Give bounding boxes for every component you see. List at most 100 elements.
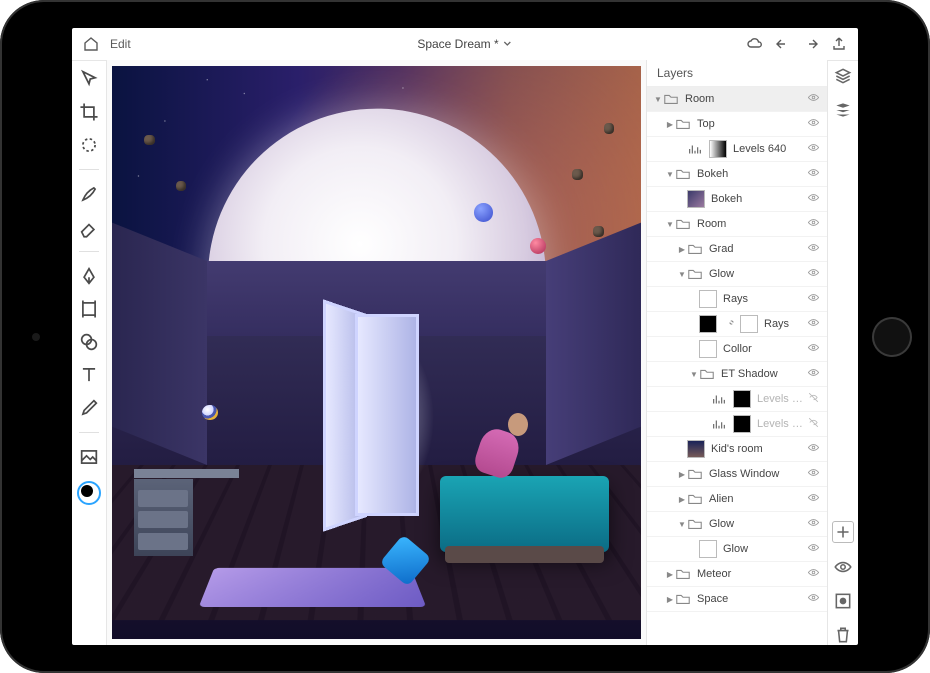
layer-name: Meteor xyxy=(697,568,807,580)
layer-name: Glow xyxy=(709,268,807,280)
layer-row[interactable]: Bokeh xyxy=(647,187,827,212)
eye-icon[interactable] xyxy=(807,566,823,582)
disclosure-triangle[interactable]: ▼ xyxy=(677,270,687,279)
eye-icon[interactable] xyxy=(807,141,823,157)
layer-name: Top xyxy=(697,118,807,130)
layers-panel-header: Layers xyxy=(647,60,827,87)
layer-name: Bokeh xyxy=(711,193,807,205)
mask-icon[interactable] xyxy=(833,591,853,611)
visibility-icon[interactable] xyxy=(833,557,853,577)
disclosure-triangle[interactable]: ▼ xyxy=(677,520,687,529)
layer-thumb xyxy=(699,315,717,333)
disclosure-triangle[interactable]: ▼ xyxy=(689,370,699,379)
crop-tool[interactable] xyxy=(78,101,100,123)
eye-icon[interactable] xyxy=(807,216,823,232)
transform-tool[interactable] xyxy=(78,298,100,320)
layer-row[interactable]: Rays xyxy=(647,312,827,337)
layer-row[interactable]: ▼Glow xyxy=(647,512,827,537)
layer-row[interactable]: ▼ Glow xyxy=(647,262,827,287)
layer-name: Glow xyxy=(723,543,807,555)
layer-name: Grad xyxy=(709,243,807,255)
layer-row[interactable]: ▼ET Shadow xyxy=(647,362,827,387)
disclosure-triangle[interactable]: ▶ xyxy=(677,245,687,254)
layer-row[interactable]: Levels 640 xyxy=(647,137,827,162)
levels-icon xyxy=(711,416,727,432)
edit-menu[interactable]: Edit xyxy=(110,37,131,51)
layer-row[interactable]: ▶Space xyxy=(647,587,827,612)
move-tool[interactable] xyxy=(78,68,100,90)
folder-icon xyxy=(675,566,691,582)
eye-icon[interactable] xyxy=(807,541,823,557)
marquee-tool[interactable] xyxy=(78,134,100,156)
layer-row[interactable]: ▶Glass Window xyxy=(647,462,827,487)
disclosure-triangle[interactable]: ▼ xyxy=(665,220,675,229)
layer-row[interactable]: ▼Room xyxy=(647,212,827,237)
folder-icon xyxy=(675,116,691,132)
hidden-icon[interactable] xyxy=(807,416,823,432)
disclosure-triangle[interactable]: ▶ xyxy=(665,595,675,604)
text-tool[interactable] xyxy=(78,364,100,386)
disclosure-triangle[interactable]: ▼ xyxy=(665,170,675,179)
eye-icon[interactable] xyxy=(807,316,823,332)
eye-icon[interactable] xyxy=(807,166,823,182)
redo-icon[interactable] xyxy=(802,35,820,53)
layer-row[interactable]: Rays xyxy=(647,287,827,312)
layer-stack-icon[interactable] xyxy=(833,100,853,120)
pen-tool[interactable] xyxy=(78,265,100,287)
eye-icon[interactable] xyxy=(807,116,823,132)
brush-tool[interactable] xyxy=(78,183,100,205)
trash-icon[interactable] xyxy=(833,625,853,645)
eye-icon[interactable] xyxy=(807,291,823,307)
undo-icon[interactable] xyxy=(774,35,792,53)
image-tool[interactable] xyxy=(78,446,100,468)
shapes-tool[interactable] xyxy=(78,331,100,353)
layer-row[interactable]: Kid's room xyxy=(647,437,827,462)
canvas-artwork xyxy=(112,66,640,639)
add-layer-icon[interactable] xyxy=(832,521,854,543)
eye-icon[interactable] xyxy=(807,441,823,457)
layer-row[interactable]: ▶ Meteor xyxy=(647,562,827,587)
eye-icon[interactable] xyxy=(807,266,823,282)
home-icon[interactable] xyxy=(82,35,100,53)
layer-name: Rays xyxy=(723,293,807,305)
disclosure-triangle[interactable]: ▶ xyxy=(665,120,675,129)
eye-icon[interactable] xyxy=(807,466,823,482)
document-title[interactable]: Space Dream * xyxy=(417,37,512,51)
cloud-icon[interactable] xyxy=(746,35,764,53)
canvas-area[interactable] xyxy=(107,60,646,645)
app-body: Layers ▼Room ▶ Top Levels 640 ▼ Bokeh Bokeh ▼Ro… xyxy=(72,60,858,645)
layer-row[interactable]: ▶Alien xyxy=(647,487,827,512)
eyedropper-tool[interactable] xyxy=(78,397,100,419)
disclosure-triangle[interactable]: ▶ xyxy=(677,495,687,504)
layer-row[interactable]: ▼Room xyxy=(647,87,827,112)
layers-icon[interactable] xyxy=(833,66,853,86)
eye-icon[interactable] xyxy=(807,491,823,507)
share-icon[interactable] xyxy=(830,35,848,53)
eraser-tool[interactable] xyxy=(78,216,100,238)
eye-icon[interactable] xyxy=(807,366,823,382)
layer-name: Bokeh xyxy=(697,168,807,180)
eye-icon[interactable] xyxy=(807,516,823,532)
layer-row[interactable]: ▶ Top xyxy=(647,112,827,137)
layer-row[interactable]: Collor xyxy=(647,337,827,362)
levels-icon xyxy=(687,141,703,157)
foreground-color[interactable] xyxy=(77,481,101,505)
layer-thumb xyxy=(733,415,751,433)
layer-row[interactable]: ▶ Grad xyxy=(647,237,827,262)
layer-row[interactable]: Levels 521 xyxy=(647,387,827,412)
eye-icon[interactable] xyxy=(807,91,823,107)
disclosure-triangle[interactable]: ▶ xyxy=(665,570,675,579)
ipad-home-button[interactable] xyxy=(872,317,912,357)
eye-icon[interactable] xyxy=(807,241,823,257)
layer-row[interactable]: Glow xyxy=(647,537,827,562)
topbar: Edit Space Dream * xyxy=(72,28,858,61)
hidden-icon[interactable] xyxy=(807,391,823,407)
layer-row[interactable]: Levels 5... xyxy=(647,412,827,437)
disclosure-triangle[interactable]: ▼ xyxy=(653,95,663,104)
eye-icon[interactable] xyxy=(807,191,823,207)
layer-thumb xyxy=(687,190,705,208)
layer-row[interactable]: ▼ Bokeh xyxy=(647,162,827,187)
disclosure-triangle[interactable]: ▶ xyxy=(677,470,687,479)
eye-icon[interactable] xyxy=(807,341,823,357)
eye-icon[interactable] xyxy=(807,591,823,607)
